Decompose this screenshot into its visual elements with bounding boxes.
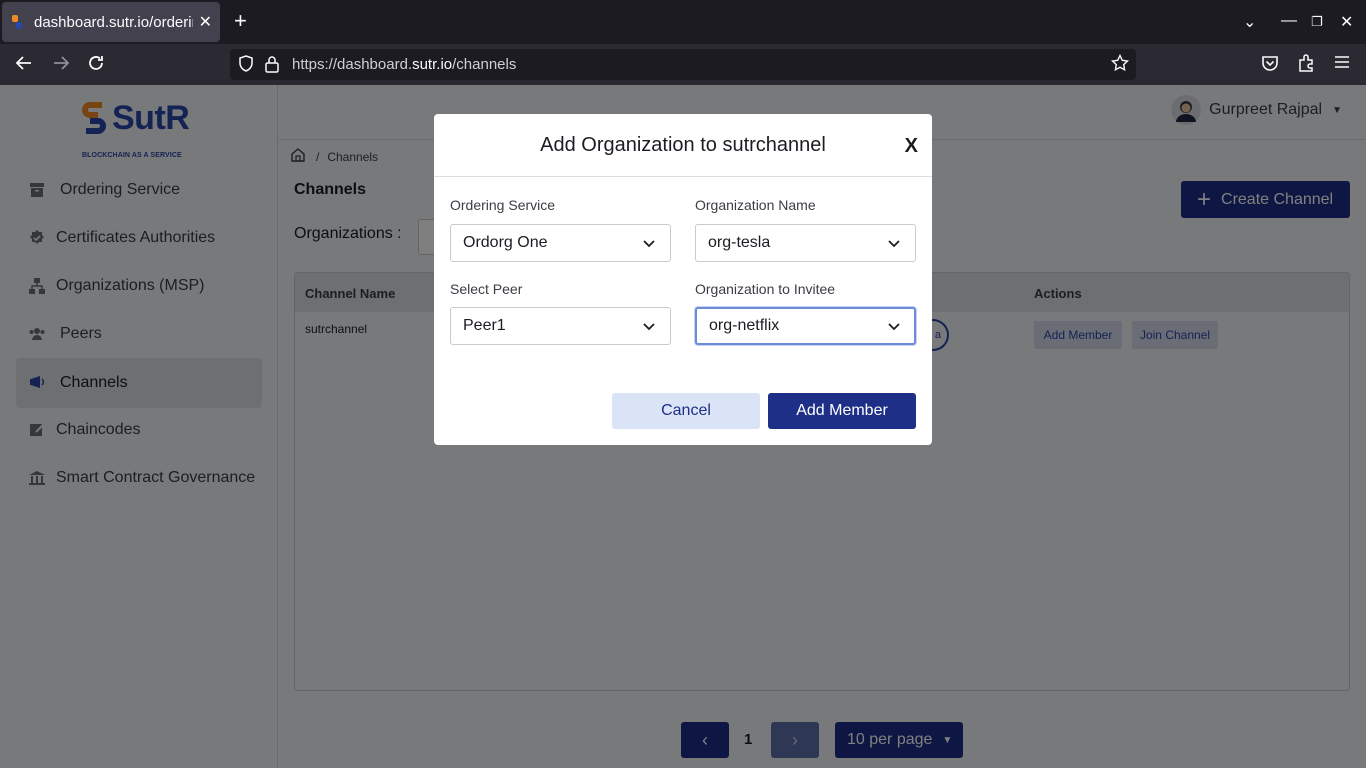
browser-nav-bar: https://dashboard.sutr.io/channels: [0, 44, 1366, 85]
modal-close-button[interactable]: X: [905, 136, 918, 156]
chevron-down-icon: [642, 236, 656, 255]
pocket-icon[interactable]: [1261, 54, 1279, 76]
chevron-down-icon: [887, 319, 901, 338]
restore-icon[interactable]: ❐: [1311, 14, 1323, 30]
ordering-service-select[interactable]: Ordorg One: [450, 224, 671, 262]
bookmark-star-icon[interactable]: [1110, 53, 1130, 76]
browser-tab[interactable]: dashboard.sutr.io/ordering ✕: [2, 2, 220, 42]
organization-invitee-select[interactable]: org-netflix: [695, 307, 916, 345]
browser-tab-bar: dashboard.sutr.io/ordering ✕ + ⌄ — ❐ ✕: [0, 0, 1366, 44]
close-window-icon[interactable]: ✕: [1340, 12, 1353, 32]
sutr-favicon-icon: [10, 14, 26, 30]
new-tab-icon[interactable]: +: [234, 10, 247, 32]
url-text: https://dashboard.sutr.io/channels: [292, 56, 517, 73]
minimize-icon[interactable]: —: [1281, 12, 1297, 30]
modal-header: Add Organization to sutrchannel X: [434, 114, 932, 177]
shield-icon[interactable]: [238, 55, 254, 77]
lock-icon[interactable]: [265, 55, 279, 77]
menu-icon[interactable]: [1334, 54, 1350, 74]
select-peer-value: Peer1: [463, 317, 506, 334]
ordering-service-value: Ordorg One: [463, 234, 548, 251]
extensions-icon[interactable]: [1297, 54, 1315, 76]
url-bar[interactable]: https://dashboard.sutr.io/channels: [230, 49, 1136, 80]
forward-icon[interactable]: [52, 54, 70, 76]
ordering-service-label: Ordering Service: [450, 197, 556, 213]
chevron-down-icon: [642, 319, 656, 338]
close-tab-icon[interactable]: ✕: [199, 12, 212, 32]
chevron-down-icon: [887, 236, 901, 255]
add-member-button[interactable]: Add Member: [768, 393, 916, 429]
organization-invitee-value: org-netflix: [709, 317, 780, 334]
list-tabs-icon[interactable]: ⌄: [1243, 12, 1256, 32]
reload-icon[interactable]: [87, 54, 105, 76]
cancel-button[interactable]: Cancel: [612, 393, 760, 429]
back-icon[interactable]: [15, 54, 33, 76]
organization-name-value: org-tesla: [708, 234, 771, 251]
select-peer-label: Select Peer: [450, 281, 523, 297]
add-organization-modal: Add Organization to sutrchannel X Orderi…: [434, 114, 932, 445]
organization-invitee-label: Organization to Invitee: [695, 281, 836, 297]
modal-title: Add Organization to sutrchannel: [540, 134, 826, 156]
select-peer-select[interactable]: Peer1: [450, 307, 671, 345]
tab-title: dashboard.sutr.io/ordering: [34, 13, 193, 31]
organization-name-select[interactable]: org-tesla: [695, 224, 916, 262]
organization-name-label: Organization Name: [695, 197, 816, 213]
